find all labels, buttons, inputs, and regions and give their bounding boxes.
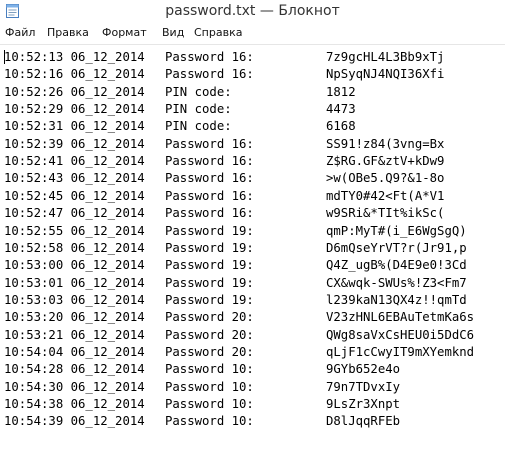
line-label: Password 19: xyxy=(165,258,254,273)
line-value: 4473 xyxy=(326,102,356,117)
text-editor[interactable]: 10:52:13 06_12_2014 Password 16: 7z9gcHL4L… xyxy=(0,45,505,459)
line-label: Password 20: xyxy=(165,310,254,325)
line-timestamp: 10:52:13 06_12_2014 xyxy=(4,50,145,64)
line-value: D6mQseYrVT?r(Jr91,p xyxy=(326,240,467,255)
line-value: SS91!z84(3vng=Bx xyxy=(326,136,445,151)
line-value: w9SRi&*TIt%ikSc( xyxy=(326,206,445,221)
line-label: Password 16: xyxy=(165,154,254,169)
menu-view[interactable]: Вид xyxy=(162,22,184,44)
line-timestamp: 10:52:31 06_12_2014 xyxy=(4,119,145,134)
line-value: 7z9gcHL4L3Bb9xTj xyxy=(326,50,445,64)
line-value: 1812 xyxy=(326,84,356,99)
line-value: qLjF1cCwyIT9mXYemknd xyxy=(326,344,475,359)
line-value: 9GYb652e4o xyxy=(326,362,401,377)
line-timestamp: 10:53:03 06_12_2014 xyxy=(4,292,145,307)
line-timestamp: 10:53:01 06_12_2014 xyxy=(4,275,145,290)
menu-file[interactable]: Файл xyxy=(5,22,35,44)
line-value: l239kaN13QX4z!!qmTd xyxy=(326,292,467,307)
line-value: NpSyqNJ4NQI36Xfi xyxy=(326,67,445,82)
line-label: Password 10: xyxy=(165,397,254,411)
line-label: Password 20: xyxy=(165,327,254,342)
line-label: Password 16: xyxy=(165,188,254,203)
line-timestamp: 10:54:28 06_12_2014 xyxy=(4,362,145,377)
line-label: PIN code: xyxy=(165,84,232,99)
text-caret xyxy=(4,50,5,64)
line-label: Password 10: xyxy=(165,362,254,377)
line-value: D8lJqqRFEb xyxy=(326,414,401,429)
title-bar: password.txt — Блокнот xyxy=(0,0,505,22)
line-timestamp: 10:52:47 06_12_2014 xyxy=(4,206,145,221)
line-timestamp: 10:52:26 06_12_2014 xyxy=(4,84,145,99)
line-value: Z$RG.GF&ztV+kDw9 xyxy=(326,154,445,169)
line-label: Password 16: xyxy=(165,50,254,64)
line-value: 9LsZr3Xnpt xyxy=(326,397,401,411)
line-label: PIN code: xyxy=(165,119,232,134)
line-label: PIN code: xyxy=(165,102,232,117)
line-value: 6168 xyxy=(326,119,356,134)
menu-edit[interactable]: Правка xyxy=(47,22,89,44)
line-label: Password 16: xyxy=(165,206,254,221)
line-value: Q4Z_ugB%(D4E9e0!3Cd xyxy=(326,258,467,273)
menu-format[interactable]: Формат xyxy=(102,22,147,44)
line-timestamp: 10:52:29 06_12_2014 xyxy=(4,102,145,117)
line-label: Password 19: xyxy=(165,223,254,238)
line-timestamp: 10:54:38 06_12_2014 xyxy=(4,397,145,411)
line-timestamp: 10:52:39 06_12_2014 xyxy=(4,136,145,151)
line-timestamp: 10:53:21 06_12_2014 xyxy=(4,327,145,342)
line-timestamp: 10:52:16 06_12_2014 xyxy=(4,67,145,82)
line-value: QWg8saVxCsHEU0i5DdC6 xyxy=(326,327,475,342)
menu-help[interactable]: Справка xyxy=(194,22,242,44)
menu-bar: Файл Правка Формат Вид Справка xyxy=(0,22,505,45)
line-timestamp: 10:54:04 06_12_2014 xyxy=(4,344,145,359)
line-timestamp: 10:54:30 06_12_2014 xyxy=(4,379,145,394)
line-label: Password 16: xyxy=(165,136,254,151)
line-value: mdTY0#42<Ft(A*V1 xyxy=(326,188,445,203)
line-timestamp: 10:53:20 06_12_2014 xyxy=(4,310,145,325)
line-timestamp: 10:52:55 06_12_2014 xyxy=(4,223,145,238)
line-label: Password 10: xyxy=(165,379,254,394)
line-label: Password 19: xyxy=(165,292,254,307)
line-label: Password 20: xyxy=(165,344,254,359)
line-timestamp: 10:52:41 06_12_2014 xyxy=(4,154,145,169)
line-value: V23zHNL6EBAuTetmKa6s xyxy=(326,310,475,325)
line-label: Password 19: xyxy=(165,240,254,255)
window-title: password.txt — Блокнот xyxy=(165,3,340,19)
line-label: Password 16: xyxy=(165,171,254,186)
line-timestamp: 10:53:00 06_12_2014 xyxy=(4,258,145,273)
line-timestamp: 10:52:58 06_12_2014 xyxy=(4,240,145,255)
line-value: >w(OBe5.Q9?&1-8o xyxy=(326,171,445,186)
line-timestamp: 10:54:39 06_12_2014 xyxy=(4,414,145,429)
line-value: 79n7TDvxIy xyxy=(326,379,401,394)
line-label: Password 19: xyxy=(165,275,254,290)
line-value: CX&wqk-SWUs%!Z3<Fm7 xyxy=(326,275,467,290)
line-value: qmP:MyT#(i_E6WgSgQ) xyxy=(326,223,467,238)
line-timestamp: 10:52:45 06_12_2014 xyxy=(4,188,145,203)
line-timestamp: 10:52:43 06_12_2014 xyxy=(4,171,145,186)
line-label: Password 16: xyxy=(165,67,254,82)
line-label: Password 10: xyxy=(165,414,254,429)
